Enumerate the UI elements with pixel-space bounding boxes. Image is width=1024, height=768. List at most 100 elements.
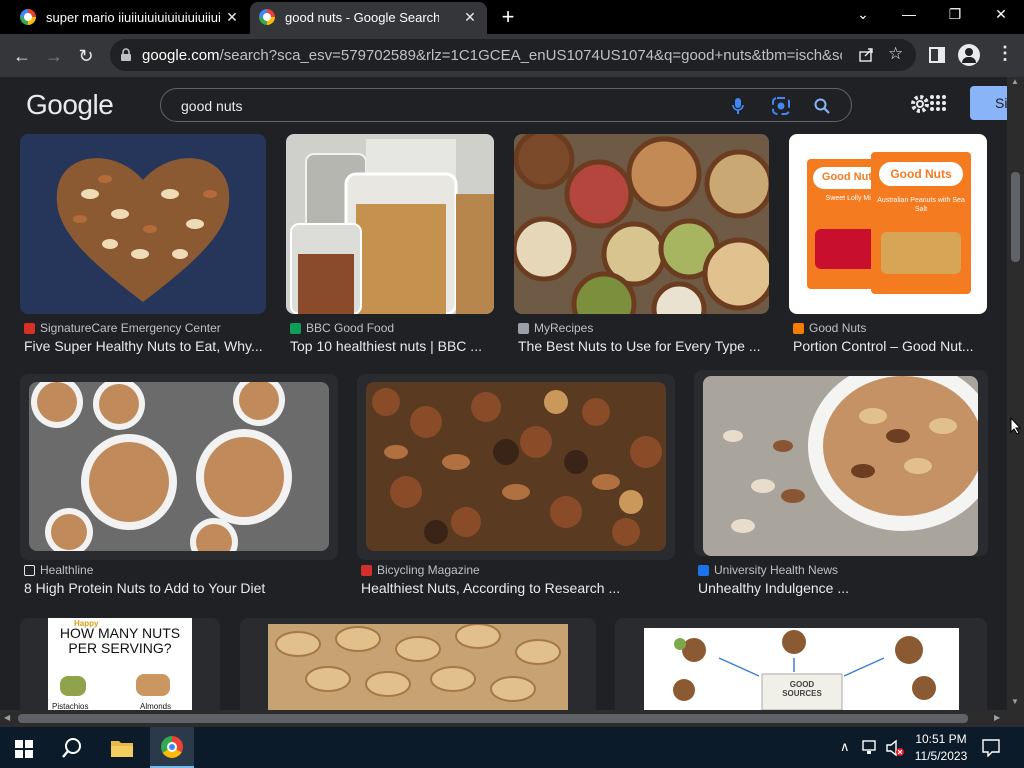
source-name: Healthline <box>40 563 94 577</box>
result-image-heart-nuts[interactable] <box>20 134 266 314</box>
volume-muted-icon[interactable] <box>885 739 905 757</box>
url-text: google.com/search?sca_esv=579702589&rlz=… <box>142 47 842 64</box>
tab-strip: super mario iiuiiuiuiuiuiuiuiuiiuiu ✕ go… <box>0 0 1024 34</box>
close-tab-icon[interactable]: ✕ <box>224 9 240 25</box>
show-hidden-icons-chevron-icon[interactable]: ∧ <box>840 739 850 755</box>
result-image-nut-jars[interactable] <box>286 134 494 314</box>
horizontal-scrollbar-thumb[interactable] <box>18 714 968 723</box>
search-icon[interactable] <box>814 98 830 114</box>
share-icon[interactable] <box>858 47 874 63</box>
source-favicon-icon <box>24 564 35 576</box>
source-name: BBC Good Food <box>306 321 395 335</box>
windows-start-icon[interactable] <box>15 740 33 758</box>
scrollbar-track-top: ▲ <box>1007 77 1024 132</box>
infographic-label: Almonds <box>140 702 172 710</box>
mouse-cursor-icon <box>1010 417 1022 435</box>
settings-gear-icon[interactable] <box>909 93 931 115</box>
restore-button[interactable]: ❐ <box>943 6 967 23</box>
source-name: Good Nuts <box>809 321 867 335</box>
result-title[interactable]: Unhealthy Indulgence ... <box>698 580 988 596</box>
source-favicon-icon <box>793 322 804 334</box>
source-favicon-icon <box>24 322 35 334</box>
heart-of-nuts-image <box>56 158 230 302</box>
result-title[interactable]: Healthiest Nuts, According to Research .… <box>361 580 671 596</box>
lock-icon <box>121 48 131 61</box>
side-panel-icon[interactable] <box>929 47 945 63</box>
plates-of-nuts-image <box>31 382 292 551</box>
result-title[interactable]: Portion Control – Good Nut... <box>793 338 983 354</box>
scroll-right-arrow-icon[interactable]: ▶ <box>994 713 1000 722</box>
result-title[interactable]: 8 High Protein Nuts to Add to Your Diet <box>24 580 334 596</box>
search-box[interactable]: good nuts <box>160 88 852 122</box>
menu-dots-icon[interactable]: ⋮ <box>996 43 1014 64</box>
pack-brand: Good Nuts <box>879 162 963 186</box>
result-source[interactable]: University Health News <box>698 563 838 577</box>
scroll-down-arrow-icon[interactable]: ▼ <box>1011 697 1019 706</box>
horizontal-scrollbar[interactable]: ◀ ▶ <box>0 710 1007 727</box>
source-favicon-icon <box>290 322 301 334</box>
tab-good-nuts[interactable]: good nuts - Google Search <box>259 0 439 34</box>
result-title[interactable]: Top 10 healthiest nuts | BBC ... <box>290 338 495 354</box>
scroll-up-arrow-icon[interactable]: ▲ <box>1011 77 1019 86</box>
minimize-button[interactable]: — <box>897 6 921 22</box>
source-favicon-icon <box>518 322 529 334</box>
pack-product: Australian Peanuts with Sea Salt <box>877 197 965 213</box>
tab-search-chevron-icon[interactable]: ⌄ <box>851 6 875 23</box>
result-source[interactable]: Good Nuts <box>793 321 866 335</box>
back-button[interactable]: ← <box>11 45 33 67</box>
notifications-icon[interactable] <box>982 739 1000 757</box>
reload-button[interactable]: ↻ <box>75 45 97 67</box>
source-name: MyRecipes <box>534 321 594 335</box>
apps-grid-icon[interactable] <box>929 94 947 112</box>
tab-title: good nuts - Google Search <box>285 9 439 25</box>
result-title[interactable]: Five Super Healthy Nuts to Eat, Why... <box>24 338 269 354</box>
tab-super-mario[interactable]: super mario iiuiiuiuiuiuiuiuiuiiuiu <box>20 0 220 34</box>
result-image-nut-bowl[interactable] <box>703 376 978 556</box>
source-name: SignatureCare Emergency Center <box>40 321 221 335</box>
result-source[interactable]: BBC Good Food <box>290 321 394 335</box>
new-tab-button[interactable]: + <box>496 4 520 30</box>
url-host: google.com <box>142 47 220 64</box>
profile-avatar-icon[interactable] <box>958 44 980 66</box>
sign-in-button[interactable]: Si <box>970 86 1007 120</box>
chrome-taskbar-button[interactable] <box>150 727 194 768</box>
bookmark-star-icon[interactable]: ☆ <box>888 44 903 64</box>
file-explorer-icon[interactable] <box>110 738 134 758</box>
network-icon[interactable] <box>862 740 880 756</box>
result-source[interactable]: Healthline <box>24 563 93 577</box>
clock-time[interactable]: 10:51 PM <box>915 732 967 746</box>
search-taskbar-icon[interactable] <box>61 737 83 759</box>
windows-taskbar: ∧ 10:51 PM 11/5/2023 <box>0 727 1024 768</box>
result-source[interactable]: Bicycling Magazine <box>361 563 480 577</box>
result-image-mixed-nuts[interactable] <box>366 382 666 551</box>
address-bar[interactable]: google.com/search?sca_esv=579702589&rlz=… <box>110 39 916 71</box>
infographic-label: Pistachios <box>52 702 89 710</box>
google-logo[interactable]: Google <box>26 89 114 121</box>
result-image-nut-diagram[interactable]: GOOD SOURCES <box>644 628 959 710</box>
source-favicon-icon <box>361 564 372 576</box>
close-window-button[interactable]: ✕ <box>989 6 1013 23</box>
result-image-cashews[interactable] <box>268 624 568 710</box>
result-image-protein-nuts[interactable] <box>29 382 329 551</box>
google-favicon-icon <box>259 9 275 25</box>
result-image-infographic[interactable]: Happy HOW MANY NUTS PER SERVING? Pistach… <box>48 618 192 710</box>
source-name: University Health News <box>714 563 839 577</box>
infographic-title: HOW MANY NUTS PER SERVING? <box>59 625 181 656</box>
result-source[interactable]: MyRecipes <box>518 321 593 335</box>
bowl-of-mixed-nuts-image <box>723 376 978 533</box>
clock-date[interactable]: 11/5/2023 <box>912 749 970 763</box>
camera-lens-icon[interactable] <box>771 96 791 116</box>
pack-right: Good Nuts Australian Peanuts with Sea Sa… <box>871 152 971 294</box>
result-image-good-nuts-pack[interactable]: Good Nuts Sweet Lolly Mix Good Nuts Aust… <box>789 134 987 314</box>
url-path: /search?sca_esv=579702589&rlz=1C1GCEA_en… <box>219 47 842 64</box>
forward-button[interactable]: → <box>43 45 65 67</box>
close-tab-icon[interactable]: ✕ <box>462 9 478 25</box>
microphone-icon[interactable] <box>731 97 745 115</box>
result-image-nut-bowls[interactable] <box>514 134 769 314</box>
result-source[interactable]: SignatureCare Emergency Center <box>24 321 221 335</box>
result-title[interactable]: The Best Nuts to Use for Every Type ... <box>518 338 768 354</box>
tab-title: super mario iiuiiuiuiuiuiuiuiuiiuiu <box>46 9 220 25</box>
vertical-scrollbar-thumb[interactable] <box>1011 172 1020 262</box>
scroll-left-arrow-icon[interactable]: ◀ <box>4 713 10 722</box>
search-input[interactable]: good nuts <box>181 98 243 114</box>
